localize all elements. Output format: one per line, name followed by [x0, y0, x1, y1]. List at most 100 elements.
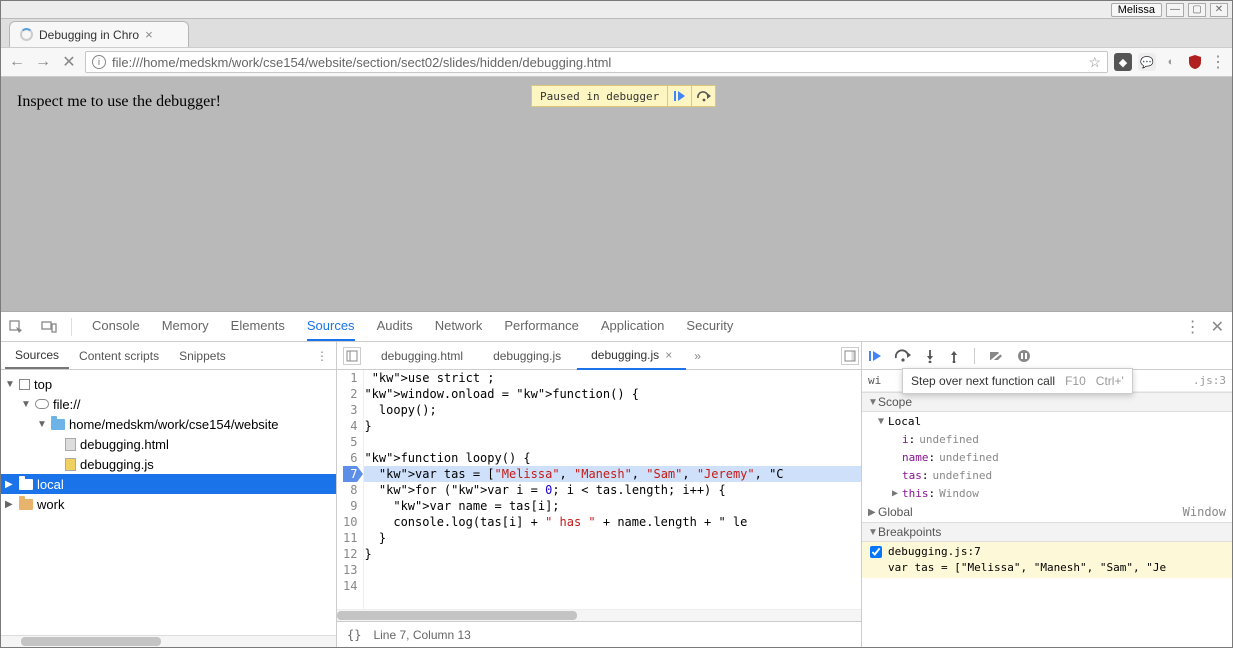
tree-label: work	[37, 497, 64, 512]
deactivate-breakpoints-button[interactable]	[989, 349, 1005, 363]
window-close-button[interactable]: ✕	[1210, 3, 1228, 17]
scope-variable[interactable]: tas:undefined	[874, 466, 1232, 484]
nav-files-icon[interactable]	[343, 347, 361, 365]
step-over-tooltip: Step over next function call F10 Ctrl+'	[902, 368, 1133, 394]
devtools-tab-application[interactable]: Application	[601, 312, 665, 341]
tree-top-frame[interactable]: ▼ top	[1, 374, 336, 394]
breakpoint-label: debugging.js:7	[888, 545, 981, 558]
devtools-tab-performance[interactable]: Performance	[504, 312, 578, 341]
frame-icon	[19, 379, 30, 390]
tree-label: file://	[53, 397, 80, 412]
devtools-tab-audits[interactable]: Audits	[377, 312, 413, 341]
ublock-extension-icon[interactable]	[1186, 53, 1204, 71]
extension-icon[interactable]: ◆	[1114, 53, 1132, 71]
bookmark-star-icon[interactable]: ☆	[1088, 54, 1101, 71]
editor-tab-active[interactable]: debugging.js×	[577, 342, 686, 370]
devtools-tab-elements[interactable]: Elements	[231, 312, 285, 341]
navigator-tab[interactable]: Snippets	[169, 344, 236, 368]
tree-label: debugging.html	[80, 437, 169, 452]
back-button[interactable]: ←	[7, 53, 27, 71]
stop-reload-button[interactable]: ✕	[59, 52, 79, 72]
editor-status-bar: {} Line 7, Column 13	[337, 621, 861, 647]
step-over-button[interactable]	[894, 349, 912, 363]
resume-button-overlay[interactable]	[667, 86, 691, 106]
code-content[interactable]: "kw">use strict ;"kw">window.onload = "k…	[364, 370, 861, 609]
tree-file[interactable]: debugging.html	[1, 434, 336, 454]
scope-local-header[interactable]: ▼Local	[874, 412, 1232, 430]
window-maximize-button[interactable]: ▢	[1188, 3, 1206, 17]
code-editor[interactable]: 1234567891011121314 "kw">use strict ;"kw…	[337, 370, 861, 609]
sources-navigator: SourcesContent scriptsSnippets⋮ ▼ top ▼ …	[1, 342, 337, 647]
tooltip-shortcut: Ctrl+'	[1096, 374, 1124, 388]
window-minimize-button[interactable]: —	[1166, 3, 1184, 17]
breakpoint-checkbox[interactable]	[870, 546, 882, 558]
file-tree[interactable]: ▼ top ▼ file:// ▼ home/medskm/work/cse15…	[1, 370, 336, 635]
extension-icon[interactable]: 💬	[1138, 53, 1156, 71]
breakpoint-code-preview: var tas = ["Melissa", "Manesh", "Sam", "…	[862, 561, 1232, 578]
browser-tab-strip: Debugging in Chro ×	[1, 19, 1232, 47]
tree-folder-local[interactable]: ▶ local	[1, 474, 336, 494]
editor-scrollbar[interactable]	[337, 609, 861, 621]
breakpoint-item[interactable]: debugging.js:7 var tas = ["Melissa", "Ma…	[862, 542, 1232, 578]
navigator-tab[interactable]: Content scripts	[69, 344, 169, 368]
url-text: file:///home/medskm/work/cse154/website/…	[112, 55, 1082, 70]
step-out-button[interactable]	[948, 349, 960, 363]
close-icon[interactable]: ×	[665, 348, 672, 362]
sidebar-scrollbar[interactable]	[1, 635, 336, 647]
devtools-tab-security[interactable]: Security	[686, 312, 733, 341]
tree-folder-work[interactable]: ▶ work	[1, 494, 336, 514]
site-info-icon[interactable]: i	[92, 55, 106, 69]
address-bar[interactable]: i file:///home/medskm/work/cse154/websit…	[85, 51, 1108, 73]
devtools-tab-console[interactable]: Console	[92, 312, 140, 341]
tooltip-shortcut: F10	[1065, 374, 1086, 388]
paused-label: Paused in debugger	[532, 90, 667, 103]
code-editor-panel: debugging.html debugging.js debugging.js…	[337, 342, 862, 647]
devtools-close-button[interactable]: ✕	[1211, 317, 1224, 337]
toggle-panel-icon[interactable]	[841, 347, 859, 365]
scope-variable[interactable]: name:undefined	[874, 448, 1232, 466]
page-viewport: Inspect me to use the debugger! Paused i…	[1, 77, 1232, 311]
tooltip-text: Step over next function call	[911, 374, 1055, 388]
browser-menu-button[interactable]: ⋮	[1210, 52, 1226, 72]
devtools-tab-memory[interactable]: Memory	[162, 312, 209, 341]
element-picker-icon[interactable]	[5, 320, 27, 334]
browser-toolbar: ← → ✕ i file:///home/medskm/work/cse154/…	[1, 47, 1232, 77]
js-file-icon	[65, 458, 76, 471]
debugger-controls: Step over next function call F10 Ctrl+'	[862, 342, 1232, 370]
editor-tab[interactable]: debugging.js	[479, 342, 575, 370]
scope-variable[interactable]: i:undefined	[874, 430, 1232, 448]
editor-tab[interactable]: debugging.html	[367, 342, 477, 370]
cloud-icon	[35, 399, 49, 409]
scope-global-header[interactable]: ▶Global Window	[862, 502, 1232, 522]
editor-tabs: debugging.html debugging.js debugging.js…	[337, 342, 861, 370]
scope-section-header[interactable]: ▼Scope	[862, 392, 1232, 412]
tree-file[interactable]: debugging.js	[1, 454, 336, 474]
scope-this[interactable]: ▶this:Window	[874, 484, 1232, 502]
file-icon	[65, 438, 76, 451]
devtools: Console Memory Elements Sources Audits Networ…	[1, 311, 1232, 647]
more-tabs-button[interactable]: »	[688, 349, 707, 363]
devtools-tab-sources[interactable]: Sources	[307, 312, 355, 341]
forward-button[interactable]: →	[33, 53, 53, 71]
step-into-button[interactable]	[924, 349, 936, 363]
extension-icon[interactable]: ◐	[1162, 53, 1180, 71]
devtools-top-bar: Console Memory Elements Sources Audits Networ…	[1, 312, 1232, 342]
tree-label: top	[34, 377, 52, 392]
navigator-tab[interactable]: Sources	[5, 343, 69, 369]
tree-origin[interactable]: ▼ file://	[1, 394, 336, 414]
pause-on-exceptions-button[interactable]	[1017, 349, 1031, 363]
devtools-tab-network[interactable]: Network	[435, 312, 483, 341]
tree-folder[interactable]: ▼ home/medskm/work/cse154/website	[1, 414, 336, 434]
resume-button[interactable]	[868, 349, 882, 363]
paused-in-debugger-overlay: Paused in debugger	[531, 85, 716, 107]
os-user-badge: Melissa	[1111, 3, 1162, 17]
devtools-menu-button[interactable]: ⋮	[1185, 317, 1201, 337]
tab-close-button[interactable]: ×	[145, 27, 153, 42]
navigator-menu-button[interactable]: ⋮	[236, 349, 332, 363]
breakpoints-section-header[interactable]: ▼Breakpoints	[862, 522, 1232, 542]
pretty-print-button[interactable]: {}	[347, 628, 361, 642]
line-gutter[interactable]: 1234567891011121314	[337, 370, 364, 609]
step-over-button-overlay[interactable]	[691, 86, 715, 106]
device-toolbar-icon[interactable]	[37, 320, 61, 334]
browser-tab[interactable]: Debugging in Chro ×	[9, 21, 189, 47]
